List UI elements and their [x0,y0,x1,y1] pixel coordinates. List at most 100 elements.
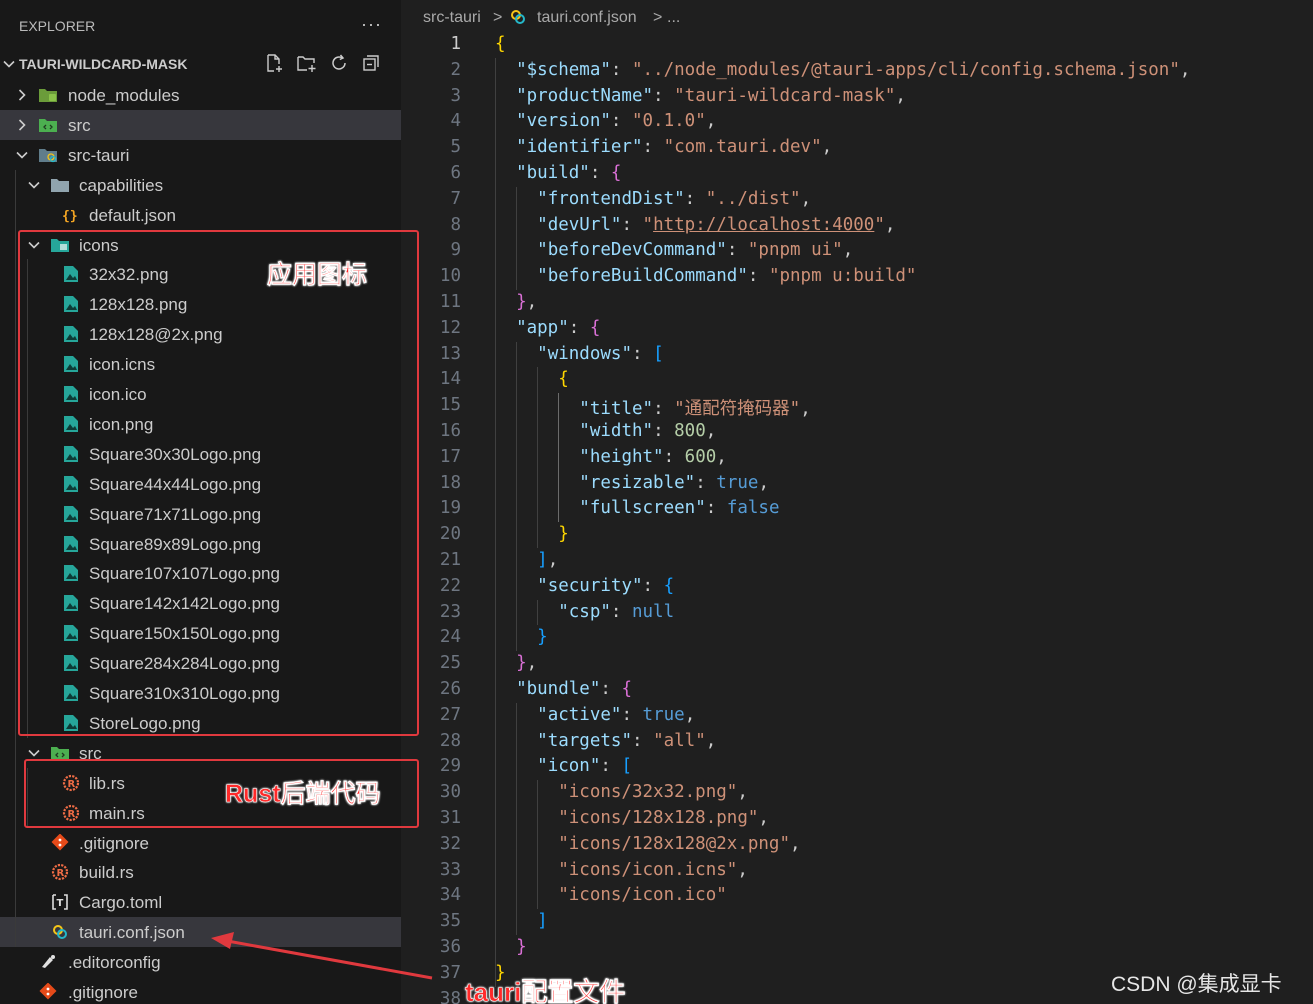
code-token: , [842,240,854,261]
code-line[interactable]: 11 }, [401,290,1313,316]
tree-item-default-json[interactable]: {} default.json [0,200,401,230]
code-token: "targets" [537,730,632,751]
toml-icon: T [50,893,70,911]
code-line[interactable]: 4 "version": "0.1.0", [401,109,1313,135]
code-token: "../node_modules/@tauri-apps/cli/config.… [631,59,1180,80]
code-line[interactable]: 7 "frontendDist": "../dist", [401,187,1313,213]
code-token: "csp" [558,601,611,622]
code-token: : [642,137,664,158]
tree-item-cargo-toml[interactable]: T Cargo.toml [0,887,401,917]
code-token: true [642,704,685,725]
folder-icon [50,176,70,194]
tree-item-gitignore[interactable]: .gitignore [0,977,401,1004]
indent-guide [537,599,539,626]
line-content: "identifier": "com.tauri.dev", [495,137,832,157]
code-line[interactable]: 27 "active": true, [401,703,1313,729]
tree-item-gitignore[interactable]: .gitignore [0,828,401,858]
tree-item-src-tauri[interactable]: src-tauri [0,140,401,170]
code-token: "通配符掩码器" [674,399,801,420]
code-token: "active" [537,704,622,725]
line-content: "title": "通配符掩码器", [495,395,810,420]
code-line[interactable]: 29 "icon": [ [401,754,1313,780]
code-line[interactable]: 3 "productName": "tauri-wildcard-mask", [401,84,1313,110]
chevron-down-icon[interactable] [27,746,41,760]
code-line[interactable]: 13 "windows": [ [401,342,1313,368]
code-token: , [705,421,717,441]
code-token: , [705,730,717,751]
code-token: : [600,679,622,699]
more-actions-icon[interactable]: ··· [361,14,382,35]
code-token: } [558,524,569,545]
chevron-right-icon[interactable] [15,88,29,102]
code-line[interactable]: 24 } [401,625,1313,651]
collapse-all-icon[interactable] [360,52,384,76]
line-number: 33 [439,859,461,880]
code-token: : [621,704,643,725]
chevron-down-icon[interactable] [27,178,41,192]
code-line[interactable]: 22 "security": { [401,574,1313,600]
code-token: , [895,85,906,106]
icons-highlight-box [18,230,419,736]
line-content: } [495,627,548,647]
code-token: "icons/32x32.png" [558,782,738,803]
code-token: , [821,137,833,158]
code-line[interactable]: 2 "$schema": "../node_modules/@tauri-app… [401,58,1313,84]
tree-item-build-rs[interactable]: Rbuild.rs [0,857,401,887]
code-line[interactable]: 1{ [401,32,1313,58]
chevron-down-icon[interactable] [15,148,29,162]
breadcrumb-folder[interactable]: src-tauri [423,9,481,27]
explorer-header: EXPLORER ··· [0,0,401,50]
code-line[interactable]: 21 ], [401,548,1313,574]
tree-item-label: build.rs [79,863,134,883]
breadcrumb-symbol[interactable]: ... [667,9,680,27]
code-line[interactable]: 10 "beforeBuildCommand": "pnpm u:build" [401,264,1313,290]
code-line[interactable]: 9 "beforeDevCommand": "pnpm ui", [401,238,1313,264]
line-content: "beforeBuildCommand": "pnpm u:build" [495,266,916,286]
code-line[interactable]: 25 }, [401,651,1313,677]
editor-pane[interactable]: src-tauri > tauri.conf.json > ... 1{2 "$… [401,0,1313,1004]
tree-item-src[interactable]: src [0,109,401,140]
code-line[interactable]: 8 "devUrl": "http://localhost:4000", [401,213,1313,239]
code-line[interactable]: 5 "identifier": "com.tauri.dev", [401,135,1313,161]
code-token: "resizable" [579,472,696,493]
code-token: } [516,653,527,674]
code-token: { [589,317,601,338]
line-content: { [495,369,569,389]
code-line[interactable]: 26 "bundle": { [401,677,1313,703]
code-token: "height" [579,446,664,467]
line-number: 2 [450,59,461,80]
tree-item-capabilities[interactable]: capabilities [0,170,401,200]
tree-item-editorconfig[interactable]: .editorconfig [0,947,401,977]
line-number: 3 [450,85,461,106]
line-content: "version": "0.1.0", [495,111,716,131]
chevron-right-icon[interactable] [15,118,29,132]
line-number: 36 [439,937,461,957]
code-line[interactable]: 12 "app": { [401,316,1313,342]
line-number: 35 [439,911,461,932]
tauri-icon [50,923,70,941]
line-content: "icons/32x32.png", [495,782,748,802]
code-line[interactable]: 36 } [401,935,1313,961]
refresh-icon[interactable] [328,52,352,76]
code-line[interactable]: 35 ] [401,909,1313,935]
code-token: { [495,34,506,54]
tree-item-node-modules[interactable]: node_modules [0,80,401,110]
line-content: "devUrl": "http://localhost:4000", [495,215,895,235]
new-file-icon[interactable] [263,52,287,76]
breadcrumb-file[interactable]: tauri.conf.json [537,9,637,27]
code-line[interactable]: 28 "targets": "all", [401,729,1313,755]
code-token: [ [653,343,664,364]
code-token: "security" [537,575,643,596]
code-token: , [790,833,801,854]
tree-item-tauri-conf-json[interactable]: tauri.conf.json [0,917,401,948]
code-token: " [874,214,885,235]
new-folder-icon[interactable] [295,52,319,76]
code-token: "pnpm ui" [747,240,843,261]
code-line[interactable]: 6 "build": { [401,161,1313,187]
line-content: }, [495,292,537,312]
code-token: "app" [516,317,569,338]
